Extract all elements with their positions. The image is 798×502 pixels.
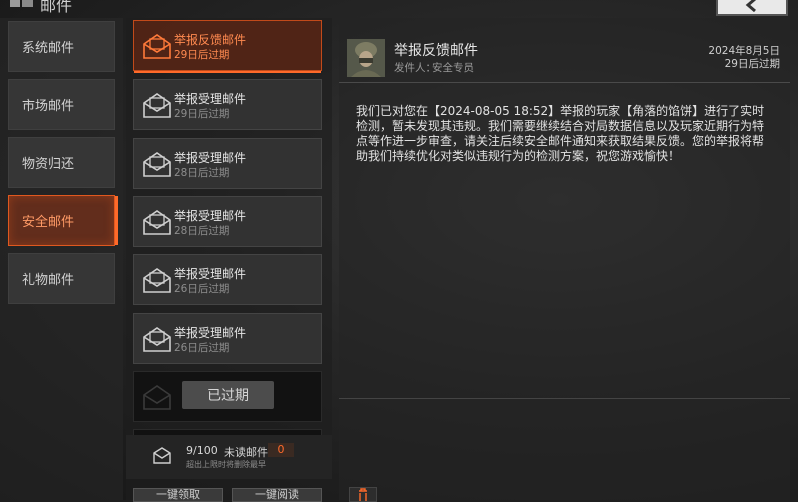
envelope-open-icon <box>143 93 171 118</box>
mail-title: 举报受理邮件 <box>174 151 247 165</box>
category-label: 安全邮件 <box>22 215 75 230</box>
mail-item[interactable]: 举报受理邮件 28日后过期 <box>133 138 322 189</box>
mail-expiry: 26日后过期 <box>174 283 230 295</box>
unread-label: 未读邮件 <box>224 446 268 459</box>
limit-note: 超出上限时将删除最早 <box>186 460 266 469</box>
back-button[interactable] <box>716 0 788 16</box>
mail-item[interactable]: 举报受理邮件 28日后过期 <box>133 196 322 247</box>
sender-name: 安全专员 <box>432 62 474 74</box>
category-system-mail[interactable]: 系统邮件 <box>8 21 115 72</box>
envelope-open-icon <box>143 327 171 352</box>
category-security-mail[interactable]: 安全邮件 <box>8 195 118 246</box>
category-market-mail[interactable]: 市场邮件 <box>8 79 115 130</box>
mail-title: 举报受理邮件 <box>174 209 247 223</box>
mail-title: 举报受理邮件 <box>174 267 247 281</box>
mail-expiry: 29日后过期 <box>174 49 230 61</box>
mail-header-icon <box>10 0 33 7</box>
mail-expiry: 29日后过期 <box>174 108 230 120</box>
envelope-open-icon <box>143 268 171 293</box>
category-label: 市场邮件 <box>22 99 75 114</box>
chevron-left-icon <box>745 0 756 12</box>
mail-expiry: 28日后过期 <box>174 167 230 179</box>
divider <box>339 398 790 399</box>
mail-body: 我们已对您在【2024-08-05 18:52】举报的玩家【角落的馅饼】进行了实… <box>356 104 765 163</box>
sender-label: 发件人： <box>394 62 436 74</box>
mail-item-expired[interactable]: 已过期 <box>133 371 322 422</box>
expired-badge: 已过期 <box>182 381 274 409</box>
envelope-open-icon <box>143 152 171 177</box>
envelope-open-icon <box>143 385 171 410</box>
mail-item[interactable]: 举报反馈邮件 29日后过期 <box>133 20 322 73</box>
mail-title: 举报受理邮件 <box>174 92 247 106</box>
mail-expiry: 26日后过期 <box>174 342 230 354</box>
soldier-portrait-icon <box>347 39 385 77</box>
mail-item[interactable]: 举报受理邮件 26日后过期 <box>133 254 322 305</box>
mail-item[interactable]: 举报受理邮件 26日后过期 <box>133 313 322 364</box>
category-label: 物资归还 <box>22 157 75 172</box>
mail-count: 9/100 <box>186 444 218 457</box>
category-label: 礼物邮件 <box>22 273 75 288</box>
sender-avatar <box>347 39 385 77</box>
mail-title: 举报反馈邮件 <box>174 33 247 47</box>
mail-stack-icon <box>153 447 171 464</box>
mail-item[interactable]: 举报受理邮件 29日后过期 <box>133 79 322 130</box>
page-title: 邮件 <box>40 0 73 15</box>
mail-expiry-detail: 29日后过期 <box>724 58 780 70</box>
trash-icon <box>359 488 367 501</box>
category-supply-return[interactable]: 物资归还 <box>8 137 115 188</box>
envelope-open-icon <box>143 34 171 59</box>
mail-detail-title: 举报反馈邮件 <box>394 43 478 59</box>
envelope-open-icon <box>143 210 171 235</box>
mail-expiry: 28日后过期 <box>174 225 230 237</box>
unread-count-badge: 0 <box>268 443 294 457</box>
mail-title: 举报受理邮件 <box>174 326 247 340</box>
category-label: 系统邮件 <box>22 41 75 56</box>
mail-detail-panel <box>339 18 790 500</box>
category-gift-mail[interactable]: 礼物邮件 <box>8 253 115 304</box>
